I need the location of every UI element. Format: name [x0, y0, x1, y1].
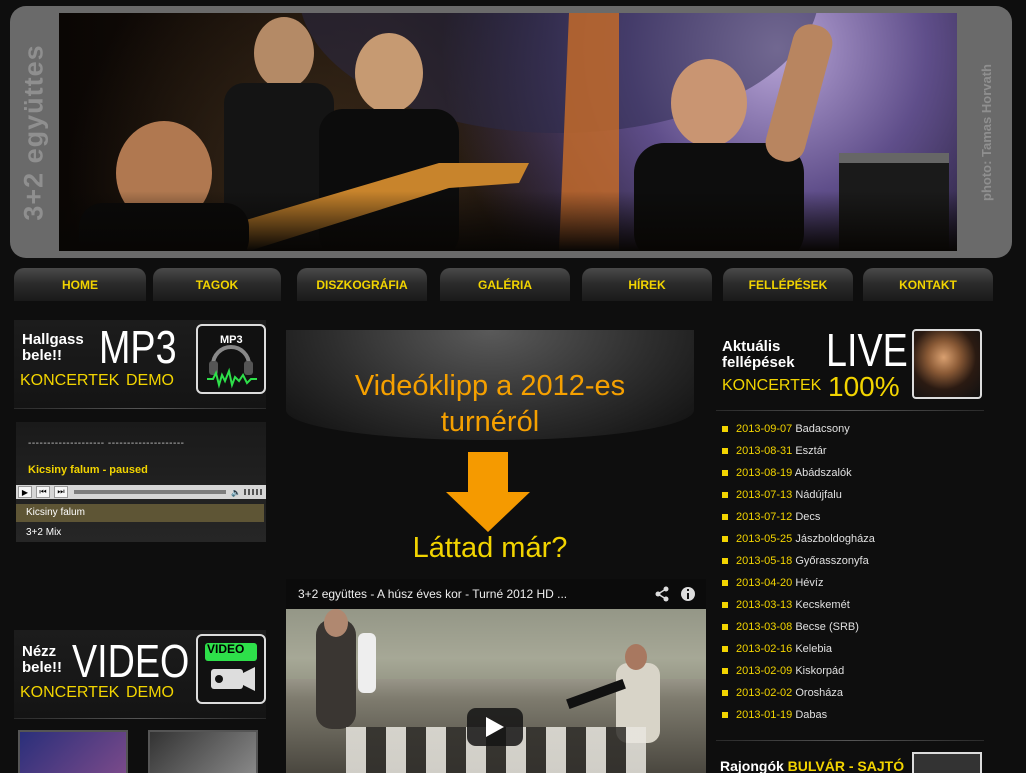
video-thumbnail[interactable]	[148, 730, 258, 773]
video-heading-line1: Videóklipp a 2012-es	[354, 370, 626, 402]
video-top-bar: 3+2 együttes - A húsz éves kor - Turné 2…	[286, 579, 706, 609]
player-seekbar[interactable]	[74, 490, 226, 494]
fans-photo[interactable]	[912, 752, 982, 773]
prev-icon[interactable]: ⏮	[36, 486, 50, 498]
bulvar-sajto-link[interactable]: BULVÁR - SAJTÓ	[788, 758, 904, 773]
gig-item[interactable]: 2013-02-02 Orosháza	[718, 682, 843, 704]
gig-item[interactable]: 2013-02-16 Kelebia	[718, 638, 832, 660]
gig-item[interactable]: 2013-08-31 Esztár	[718, 440, 827, 462]
player-controls: ▶ ⏮ ⏭ 🔈	[16, 485, 266, 499]
nav-hirek[interactable]: HÍREK	[582, 268, 712, 301]
video-icon-label: VIDEO	[207, 642, 245, 656]
photo-credit-vertical: photo: Tamas Horvath	[960, 6, 1012, 258]
video-demo-link[interactable]: DEMO	[126, 684, 174, 702]
gig-item[interactable]: 2013-05-25 Jászboldogháza	[718, 528, 875, 550]
player-dashes: -------------------- -------------------…	[28, 438, 185, 449]
live-koncertek-link[interactable]: KONCERTEK	[722, 377, 821, 395]
audio-player: -------------------- -------------------…	[16, 422, 266, 542]
playlist-item[interactable]: 3+2 Mix	[16, 524, 264, 542]
main-nav: HOME TAGOK DISZKOGRÁFIA GALÉRIA HÍREK FE…	[14, 268, 994, 301]
divider	[716, 410, 984, 411]
video-play-button[interactable]	[467, 708, 523, 746]
video-promo-line2: bele!!	[22, 659, 63, 676]
player-status: Kicsiny falum - paused	[28, 464, 148, 476]
play-icon	[486, 717, 504, 737]
gig-item[interactable]: 2013-02-09 Kiskorpád	[718, 660, 844, 682]
info-icon[interactable]	[680, 586, 696, 602]
video-promo: Nézz bele!! VIDEO KONCERTEK DEMO VIDEO	[14, 630, 266, 718]
live-percent: 100%	[828, 371, 900, 402]
video-title[interactable]: 3+2 együttes - A húsz éves kor - Turné 2…	[298, 587, 567, 601]
video-promo-line1: Nézz	[22, 643, 57, 660]
gig-item[interactable]: 2013-09-07 Badacsony	[718, 418, 850, 440]
nav-fellepesek[interactable]: FELLÉPÉSEK	[723, 268, 853, 301]
mp3-icon-label: MP3	[220, 334, 243, 346]
fans-label: Rajongók	[720, 758, 784, 773]
mp3-promo: Hallgass bele!! MP3 KONCERTEK DEMO MP3	[14, 320, 266, 408]
nav-tagok[interactable]: TAGOK	[153, 268, 281, 301]
mp3-koncertek-link[interactable]: KONCERTEK	[20, 372, 119, 390]
live-promo-line2: fellépések	[722, 354, 795, 371]
nav-diszkografia[interactable]: DISZKOGRÁFIA	[297, 268, 427, 301]
gig-item[interactable]: 2013-05-18 Győrasszonyfa	[718, 550, 869, 572]
live-promo-line1: Aktuális	[722, 338, 781, 355]
video-heading: Videóklipp a 2012-es turnéról	[286, 368, 694, 440]
gig-item[interactable]: 2013-03-13 Kecskemét	[718, 594, 850, 616]
gig-item[interactable]: 2013-03-08 Becse (SRB)	[718, 616, 859, 638]
mp3-promo-line2: bele!!	[22, 347, 63, 364]
mp3-demo-link[interactable]: DEMO	[126, 372, 174, 390]
gig-item[interactable]: 2013-04-20 Hévíz	[718, 572, 823, 594]
share-icon[interactable]	[654, 586, 670, 602]
playlist-item[interactable]: Kicsiny falum	[16, 504, 264, 522]
live-promo-big: LIVE	[826, 324, 908, 376]
next-icon[interactable]: ⏭	[54, 486, 68, 498]
band-photo	[59, 13, 957, 251]
live-promo: Aktuális fellépések LIVE KONCERTEK 100%	[716, 325, 986, 407]
gig-item[interactable]: 2013-07-13 Nádújfalu	[718, 484, 842, 506]
gig-item[interactable]: 2013-01-19 Dabas	[718, 704, 827, 726]
divider	[14, 408, 266, 409]
volume-bar[interactable]	[244, 489, 264, 495]
photo-credit: photo: Tamas Horvath	[978, 63, 994, 201]
video-promo-big: VIDEO	[72, 635, 190, 687]
nav-kontakt[interactable]: KONTAKT	[863, 268, 993, 301]
mp3-promo-big: MP3	[99, 321, 177, 373]
singer-photo[interactable]	[912, 329, 982, 399]
embedded-video[interactable]: 3+2 együttes - A húsz éves kor - Turné 2…	[286, 579, 706, 773]
seen-it-text: Láttad már?	[412, 532, 568, 564]
divider	[716, 740, 984, 741]
video-thumbnail[interactable]	[18, 730, 128, 773]
video-frame	[286, 609, 706, 773]
video-koncertek-link[interactable]: KONCERTEK	[20, 684, 119, 702]
band-name: 3+2 együttes	[18, 43, 49, 221]
mp3-promo-line1: Hallgass	[22, 331, 84, 348]
volume-icon[interactable]: 🔈	[230, 486, 242, 498]
down-arrow-icon	[446, 452, 530, 532]
divider	[14, 718, 266, 719]
band-name-vertical: 3+2 együttes	[10, 6, 58, 258]
gig-item[interactable]: 2013-08-19 Abádszalók	[718, 462, 852, 484]
gig-item[interactable]: 2013-07-12 Decs	[718, 506, 820, 528]
video-icon-box[interactable]: VIDEO	[196, 634, 266, 704]
play-icon[interactable]: ▶	[18, 486, 32, 498]
video-heading-line2: turnéról	[440, 406, 540, 438]
nav-galeria[interactable]: GALÉRIA	[440, 268, 570, 301]
header-banner: 3+2 együttes photo: Tamas Horvath	[10, 6, 1012, 258]
fans-section: Rajongók BULVÁR - SAJTÓ	[720, 758, 904, 773]
nav-home[interactable]: HOME	[14, 268, 146, 301]
mp3-icon-box[interactable]: MP3	[196, 324, 266, 394]
